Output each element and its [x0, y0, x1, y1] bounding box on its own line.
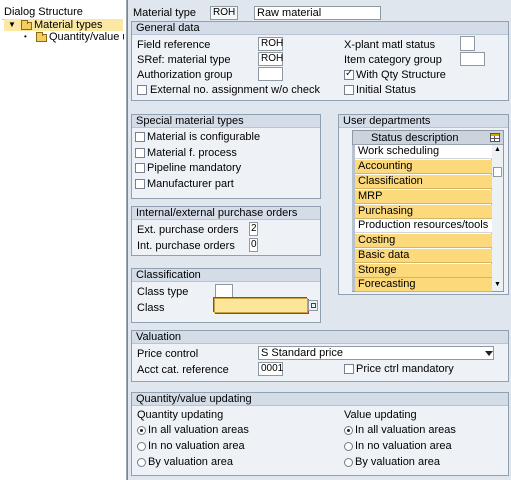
- class-input[interactable]: [214, 298, 308, 313]
- general-data-title: General data: [132, 22, 508, 35]
- table-row-accounting[interactable]: Accounting: [355, 160, 492, 174]
- value-help-icon: [311, 303, 316, 308]
- xplant-label: X-plant matl status: [344, 39, 436, 51]
- price-ctrl-mandatory-checkbox[interactable]: [344, 364, 354, 374]
- value-radio-none-label: In no valuation area: [355, 440, 452, 452]
- table-row-storage[interactable]: Storage: [355, 264, 492, 278]
- qty-radio-by-area-label: By valuation area: [148, 456, 233, 468]
- configurable-checkbox[interactable]: [135, 132, 145, 142]
- qty-radio-all-label: In all valuation areas: [148, 424, 249, 436]
- price-control-dropdown[interactable]: S Standard price: [258, 346, 494, 360]
- process-checkbox[interactable]: [135, 148, 145, 158]
- value-radio-all[interactable]: [344, 426, 353, 435]
- dialog-structure-header: Dialog Structure: [2, 4, 123, 20]
- value-help-button[interactable]: [308, 300, 318, 311]
- qty-radio-all[interactable]: [137, 426, 146, 435]
- pane-splitter[interactable]: [127, 0, 128, 480]
- value-updating-title: Value updating: [344, 409, 417, 421]
- table-row-work-scheduling[interactable]: Work scheduling: [355, 145, 492, 159]
- qty-radio-by-area[interactable]: [137, 458, 146, 467]
- purchase-orders-title: Internal/external purchase orders: [132, 207, 320, 220]
- table-row-forecasting[interactable]: Forecasting: [355, 278, 492, 292]
- dialog-structure-title: Dialog Structure: [4, 6, 83, 18]
- int-purchase-label: Int. purchase orders: [137, 240, 235, 252]
- value-radio-all-label: In all valuation areas: [355, 424, 456, 436]
- dropdown-arrow-icon[interactable]: [485, 351, 493, 356]
- sref-label: SRef: material type: [137, 54, 231, 66]
- item-cat-label: Item category group: [344, 54, 442, 66]
- row-selector-column[interactable]: [352, 145, 355, 291]
- ext-no-label: External no. assignment w/o check: [150, 84, 320, 96]
- table-row-purchasing[interactable]: Purchasing: [355, 205, 492, 219]
- folder-icon: [36, 32, 47, 42]
- table-row-costing[interactable]: Costing: [355, 234, 492, 248]
- qty-value-updating-title: Quantity/value updating: [132, 393, 508, 406]
- ext-purchase-input[interactable]: 2: [249, 222, 258, 236]
- qty-radio-none[interactable]: [137, 442, 146, 451]
- classification-title: Classification: [132, 269, 320, 282]
- class-type-input[interactable]: [215, 284, 233, 298]
- qty-radio-none-label: In no valuation area: [148, 440, 245, 452]
- value-radio-by-area-label: By valuation area: [355, 456, 440, 468]
- material-type-label: Material type: [133, 7, 196, 19]
- scroll-down-icon[interactable]: ▼: [494, 281, 501, 289]
- table-scrollbar[interactable]: ▲ ▼: [491, 145, 503, 291]
- ext-no-checkbox[interactable]: [137, 85, 147, 95]
- process-label: Material f. process: [147, 147, 237, 159]
- class-label: Class: [137, 302, 165, 314]
- qty-structure-checkbox[interactable]: [344, 68, 354, 80]
- acct-cat-input[interactable]: 0001: [258, 362, 283, 376]
- initial-status-checkbox[interactable]: [344, 85, 354, 95]
- field-reference-label: Field reference: [137, 39, 211, 51]
- qty-structure-label: With Qty Structure: [356, 69, 446, 81]
- manufacturer-part-checkbox[interactable]: [135, 179, 145, 189]
- scroll-up-icon[interactable]: ▲: [494, 146, 501, 154]
- pipeline-label: Pipeline mandatory: [147, 162, 242, 174]
- scroll-thumb[interactable]: [493, 167, 502, 177]
- material-type-desc-field[interactable]: Raw material: [254, 6, 381, 20]
- user-departments-title: User departments: [339, 115, 508, 128]
- value-radio-none[interactable]: [344, 442, 353, 451]
- value-radio-by-area[interactable]: [344, 458, 353, 467]
- table-row-production-resources[interactable]: Production resources/tools: [355, 219, 492, 233]
- table-row-basic-data[interactable]: Basic data: [355, 249, 492, 263]
- table-header: Status description: [353, 131, 503, 145]
- price-ctrl-mandatory-label: Price ctrl mandatory: [356, 363, 454, 375]
- ext-purchase-label: Ext. purchase orders: [137, 224, 239, 236]
- table-row-classification[interactable]: Classification: [355, 175, 492, 189]
- auth-group-label: Authorization group: [137, 69, 233, 81]
- xplant-input[interactable]: [460, 36, 475, 51]
- folder-icon: [21, 20, 32, 30]
- expand-triangle-icon[interactable]: ▼: [8, 20, 16, 30]
- status-description-header[interactable]: Status description: [371, 132, 458, 145]
- price-control-label: Price control: [137, 348, 199, 360]
- configurable-label: Material is configurable: [147, 131, 261, 143]
- pipeline-checkbox[interactable]: [135, 163, 145, 173]
- class-type-label: Class type: [137, 286, 189, 298]
- valuation-title: Valuation: [132, 331, 508, 344]
- dialog-structure-pane: Dialog Structure ▼ Material types • Quan…: [0, 0, 127, 480]
- manufacturer-part-label: Manufacturer part: [147, 178, 234, 190]
- item-cat-input[interactable]: [460, 52, 485, 66]
- field-reference-input[interactable]: ROH: [258, 37, 283, 51]
- price-control-value: S Standard price: [261, 347, 343, 359]
- auth-group-input[interactable]: [258, 67, 283, 81]
- initial-status-label: Initial Status: [356, 84, 416, 96]
- table-settings-icon[interactable]: [490, 133, 500, 142]
- special-types-title: Special material types: [132, 115, 320, 128]
- tree-bullet-icon: •: [24, 32, 27, 41]
- sref-input[interactable]: ROH: [258, 52, 283, 66]
- table-row-mrp[interactable]: MRP: [355, 190, 492, 204]
- int-purchase-input[interactable]: 0: [249, 238, 258, 252]
- acct-cat-label: Acct cat. reference: [137, 364, 229, 376]
- tree-item-quantity-value[interactable]: Quantity/value upda: [49, 31, 124, 44]
- material-type-code-field[interactable]: ROH: [210, 6, 238, 20]
- quantity-updating-title: Quantity updating: [137, 409, 224, 421]
